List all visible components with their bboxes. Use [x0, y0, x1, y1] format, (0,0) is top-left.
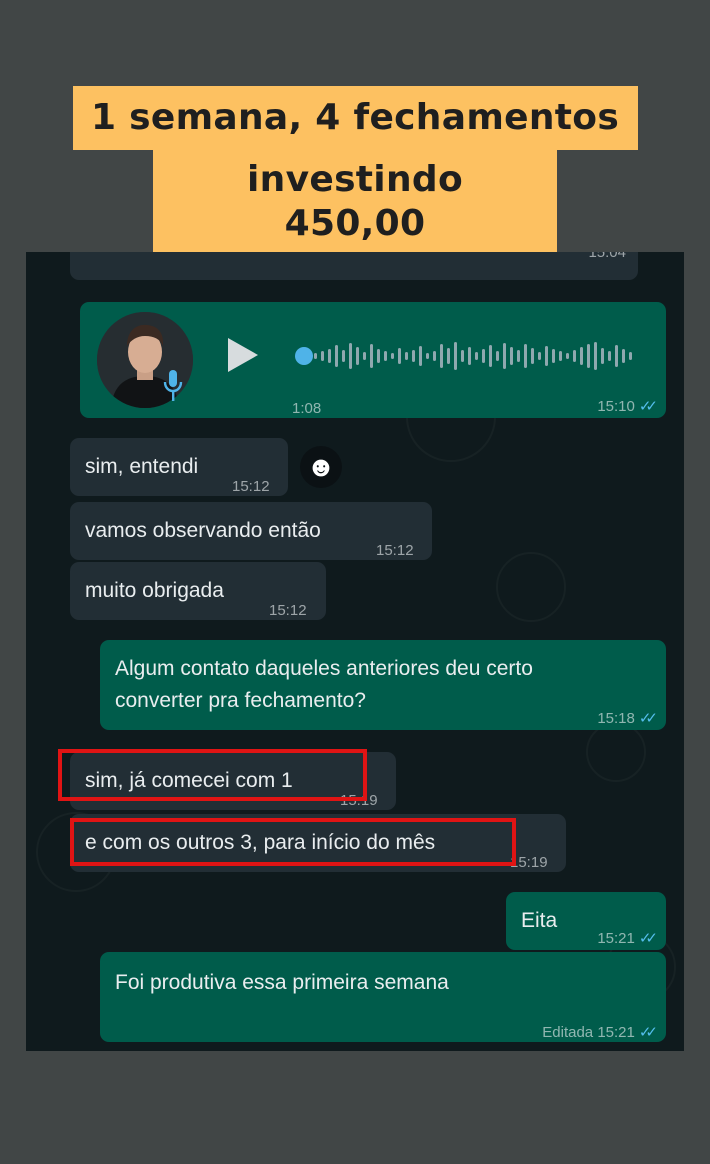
- waveform-bar: [314, 353, 317, 359]
- waveform-bar: [342, 350, 345, 362]
- message-time: 15:12: [232, 478, 270, 495]
- edited-label: Editada: [542, 1024, 594, 1041]
- read-ticks-icon: ✓✓: [638, 398, 658, 415]
- waveform-bar: [412, 350, 415, 362]
- incoming-message[interactable]: vamos observando então 15:12: [70, 502, 432, 560]
- message-text: Foi produtiva essa primeira semana: [115, 971, 449, 994]
- message-time: 15:18 ✓✓: [597, 710, 658, 727]
- waveform-bar: [538, 352, 541, 360]
- waveform-bar: [524, 344, 527, 368]
- message-text: vamos observando então: [85, 519, 321, 542]
- waveform-bar: [398, 348, 401, 364]
- waveform-bar: [503, 343, 506, 369]
- waveform-bar: [545, 346, 548, 366]
- message-time: 15:12: [376, 542, 414, 559]
- message-time: 15:12: [269, 602, 307, 619]
- incoming-message[interactable]: sim, entendi 15:12: [70, 438, 288, 496]
- waveform-bar: [475, 352, 478, 360]
- waveform-bar: [482, 349, 485, 363]
- highlight-box: [58, 749, 367, 801]
- waveform-bar: [622, 349, 625, 363]
- outgoing-message[interactable]: Algum contato daqueles anteriores deu ce…: [100, 640, 666, 730]
- waveform-bar: [468, 347, 471, 365]
- waveform-bar: [405, 352, 408, 360]
- waveform-bar: [335, 345, 338, 367]
- read-ticks-icon: ✓✓: [638, 930, 658, 947]
- highlight-box: [70, 818, 516, 866]
- microphone-icon: [163, 370, 183, 401]
- message-text: sim, entendi: [85, 455, 199, 478]
- waveform-bar: [461, 350, 464, 362]
- message-text: muito obrigada: [85, 579, 224, 602]
- message-time: 15:10 ✓✓: [597, 398, 658, 415]
- waveform-bar: [496, 351, 499, 361]
- voice-duration: 1:08: [292, 400, 322, 417]
- waveform-bar: [615, 345, 618, 367]
- voice-message[interactable]: 1:08 15:10 ✓✓: [80, 302, 666, 418]
- play-button[interactable]: [224, 336, 260, 374]
- waveform-bar: [489, 345, 492, 367]
- waveform-bar: [447, 348, 450, 364]
- waveform-bar: [601, 348, 604, 364]
- waveform-bar: [370, 344, 373, 368]
- message-text-line-1: Algum contato daqueles anteriores deu ce…: [115, 657, 533, 680]
- waveform-bar: [426, 353, 429, 359]
- headline-line-2: investindo 450,00: [153, 150, 557, 258]
- waveform-bar: [608, 351, 611, 361]
- waveform-bar: [356, 347, 359, 365]
- waveform-bar: [321, 351, 324, 361]
- message-text-line-2: converter pra fechamento?: [115, 689, 366, 712]
- waveform-bar: [419, 346, 422, 366]
- waveform-bar: [531, 348, 534, 364]
- message-time: 15:04: [588, 252, 626, 261]
- message-bubble-partial[interactable]: 15:04: [70, 252, 638, 280]
- waveform-bar: [517, 350, 520, 362]
- read-ticks-icon: ✓✓: [638, 1024, 658, 1041]
- waveform-bar: [384, 351, 387, 361]
- waveform-bar: [580, 347, 583, 365]
- message-text: Eita: [521, 909, 558, 932]
- waveform-bar: [349, 343, 352, 369]
- outgoing-message[interactable]: Foi produtiva essa primeira semana Edita…: [100, 952, 666, 1042]
- smiley-icon: ☻: [306, 451, 336, 482]
- wallpaper-doodle: [496, 552, 566, 622]
- waveform-bar: [440, 344, 443, 368]
- react-emoji-button[interactable]: ☻: [300, 446, 342, 488]
- waveform-bar: [328, 349, 331, 363]
- headline-line-1: 1 semana, 4 fechamentos: [72, 86, 638, 150]
- waveform-bar: [559, 351, 562, 361]
- waveform-bar: [573, 350, 576, 362]
- waveform-bar: [629, 352, 632, 360]
- message-time: Editada 15:21 ✓✓: [542, 1024, 658, 1041]
- waveform-bar: [363, 352, 366, 360]
- outgoing-message[interactable]: Eita 15:21 ✓✓: [506, 892, 666, 950]
- incoming-message[interactable]: muito obrigada 15:12: [70, 562, 326, 620]
- message-time: 15:21 ✓✓: [597, 930, 658, 947]
- waveform-bar: [454, 342, 457, 370]
- chat-screenshot: 15:04 1:08 15:10 ✓✓ sim, entendi 15:12 ☻…: [26, 252, 684, 1051]
- waveform-bar: [391, 353, 394, 359]
- waveform-bar: [552, 349, 555, 363]
- playback-slider-thumb: [295, 347, 313, 365]
- waveform-bar: [377, 349, 380, 363]
- waveform-bar: [433, 351, 436, 361]
- audio-waveform[interactable]: [294, 336, 634, 376]
- waveform-bar: [510, 347, 513, 365]
- waveform-bar: [587, 344, 590, 368]
- waveform-bar: [594, 342, 597, 370]
- waveform-bar: [566, 353, 569, 359]
- headline: 1 semana, 4 fechamentos investindo 450,0…: [0, 86, 710, 258]
- read-ticks-icon: ✓✓: [638, 710, 658, 727]
